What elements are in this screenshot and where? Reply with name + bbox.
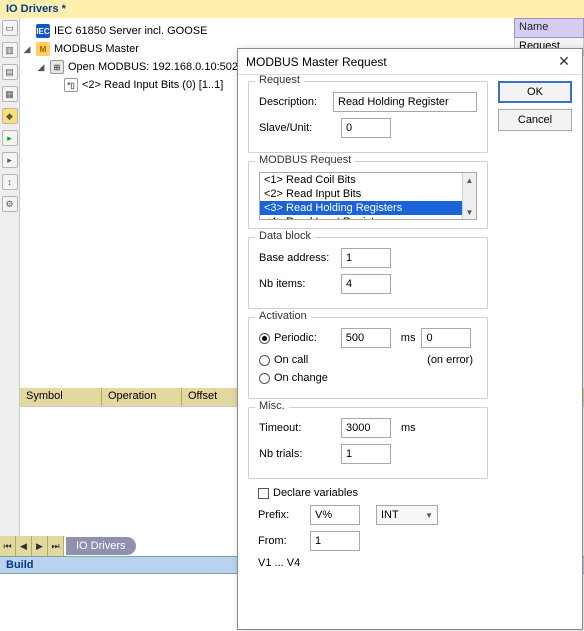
timeout-input[interactable] [341, 418, 391, 438]
tool-item-icon[interactable]: ⚙ [2, 196, 18, 212]
tree-label: MODBUS Master [54, 43, 139, 55]
radio-checked-icon [259, 333, 270, 344]
slave-input[interactable] [341, 118, 391, 138]
tool-item-icon[interactable]: ▥ [2, 42, 18, 58]
datablock-group: Data block Base address: Nb items: [248, 237, 488, 309]
grid-col-offset[interactable]: Offset [182, 388, 242, 406]
tab-io-drivers[interactable]: IO Drivers [66, 537, 136, 555]
slave-label: Slave/Unit: [259, 122, 335, 134]
nb-items-label: Nb items: [259, 278, 335, 290]
tool-item-icon[interactable]: ▸ [2, 152, 18, 168]
radio-icon [259, 373, 270, 384]
timeout-label: Timeout: [259, 422, 335, 434]
port-icon: ⊞ [50, 60, 64, 74]
tree-label: <2> Read Input Bits (0) [1..1] [82, 79, 223, 91]
iec-icon: IEC [36, 24, 50, 38]
ms-unit: ms [401, 422, 416, 434]
tree-label: Open MODBUS: 192.168.0.10:502 [68, 61, 238, 73]
variable-range: V1 ... V4 [258, 557, 300, 569]
activation-group: Activation Periodic: ms On call (on erro… [248, 317, 488, 399]
list-item[interactable]: <4> Read Input Registers [260, 215, 476, 220]
group-title: Data block [255, 230, 315, 242]
ok-button[interactable]: OK [498, 81, 572, 103]
tab-nav-buttons: ⏮ ◀ ▶ ⏭ [0, 536, 64, 556]
periodic-radio[interactable]: Periodic: [259, 332, 317, 344]
grid-col-operation[interactable]: Operation [102, 388, 182, 406]
first-icon[interactable]: ⏮ [0, 536, 16, 556]
scroll-up-icon[interactable]: ▲ [463, 173, 476, 187]
grid-col-symbol[interactable]: Symbol [20, 388, 102, 406]
next-icon[interactable]: ▶ [32, 536, 48, 556]
base-address-input[interactable] [341, 248, 391, 268]
ms-unit: ms [401, 332, 416, 344]
onchange-radio[interactable]: On change [259, 372, 328, 384]
panel-title: IO Drivers * [0, 0, 584, 19]
tool-item-icon[interactable]: ▤ [2, 64, 18, 80]
tree-label: IEC 61850 Server incl. GOOSE [54, 25, 207, 37]
right-pane-header: Name [514, 18, 584, 38]
declare-variables-checkbox[interactable]: Declare variables [258, 487, 478, 499]
checkbox-icon [258, 488, 269, 499]
scroll-down-icon[interactable]: ▼ [463, 205, 476, 219]
prefix-label: Prefix: [258, 509, 304, 521]
collapse-icon[interactable]: ◢ [22, 44, 32, 55]
tool-item-icon[interactable]: ▭ [2, 20, 18, 36]
periodic-value-input[interactable] [341, 328, 391, 348]
chevron-down-icon: ▼ [425, 511, 433, 520]
description-input[interactable] [333, 92, 477, 112]
type-combo[interactable]: INT ▼ [376, 505, 438, 525]
list-item[interactable]: <1> Read Coil Bits [260, 173, 476, 187]
error-delay-input[interactable] [421, 328, 471, 348]
dialog-title: MODBUS Master Request [246, 55, 387, 69]
on-error-note: (on error) [427, 354, 473, 366]
from-label: From: [258, 535, 304, 547]
tool-item-icon[interactable]: ↕ [2, 174, 18, 190]
function-listbox[interactable]: <1> Read Coil Bits <2> Read Input Bits <… [259, 172, 477, 220]
tool-item-icon[interactable]: ◆ [2, 108, 18, 124]
collapse-icon[interactable]: ◢ [36, 62, 46, 73]
oncall-radio[interactable]: On call [259, 354, 308, 366]
group-title: Activation [255, 310, 311, 322]
type-value: INT [381, 509, 399, 521]
dialog-titlebar: MODBUS Master Request ✕ [238, 49, 582, 75]
nb-trials-input[interactable] [341, 444, 391, 464]
last-icon[interactable]: ⏭ [48, 536, 64, 556]
tree-node-iec[interactable]: IEC IEC 61850 Server incl. GOOSE [22, 22, 582, 40]
prev-icon[interactable]: ◀ [16, 536, 32, 556]
base-address-label: Base address: [259, 252, 335, 264]
description-label: Description: [259, 96, 327, 108]
prefix-input[interactable] [310, 505, 360, 525]
declare-group: Declare variables Prefix: INT ▼ From: V1… [248, 487, 488, 583]
group-title: Request [255, 75, 304, 86]
nb-trials-label: Nb trials: [259, 448, 335, 460]
group-title: MODBUS Request [255, 154, 355, 166]
tool-item-icon[interactable]: ▦ [2, 86, 18, 102]
list-item-selected[interactable]: <3> Read Holding Registers [260, 201, 476, 215]
radio-icon [259, 355, 270, 366]
close-icon[interactable]: ✕ [554, 52, 574, 72]
modbus-icon: M [36, 42, 50, 56]
tool-item-icon[interactable]: ▸ [2, 130, 18, 146]
modbus-request-dialog: MODBUS Master Request ✕ OK Cancel Reques… [237, 48, 583, 630]
modbus-request-group: MODBUS Request <1> Read Coil Bits <2> Re… [248, 161, 488, 229]
request-icon: *▯ [64, 78, 78, 92]
group-title: Misc. [255, 400, 289, 412]
list-item[interactable]: <2> Read Input Bits [260, 187, 476, 201]
nb-items-input[interactable] [341, 274, 391, 294]
misc-group: Misc. Timeout: ms Nb trials: [248, 407, 488, 479]
cancel-button[interactable]: Cancel [498, 109, 572, 131]
request-group: Request Description: Slave/Unit: [248, 81, 488, 153]
listbox-scrollbar[interactable]: ▲ ▼ [462, 173, 476, 219]
dialog-button-column: OK Cancel [498, 81, 572, 131]
from-input[interactable] [310, 531, 360, 551]
